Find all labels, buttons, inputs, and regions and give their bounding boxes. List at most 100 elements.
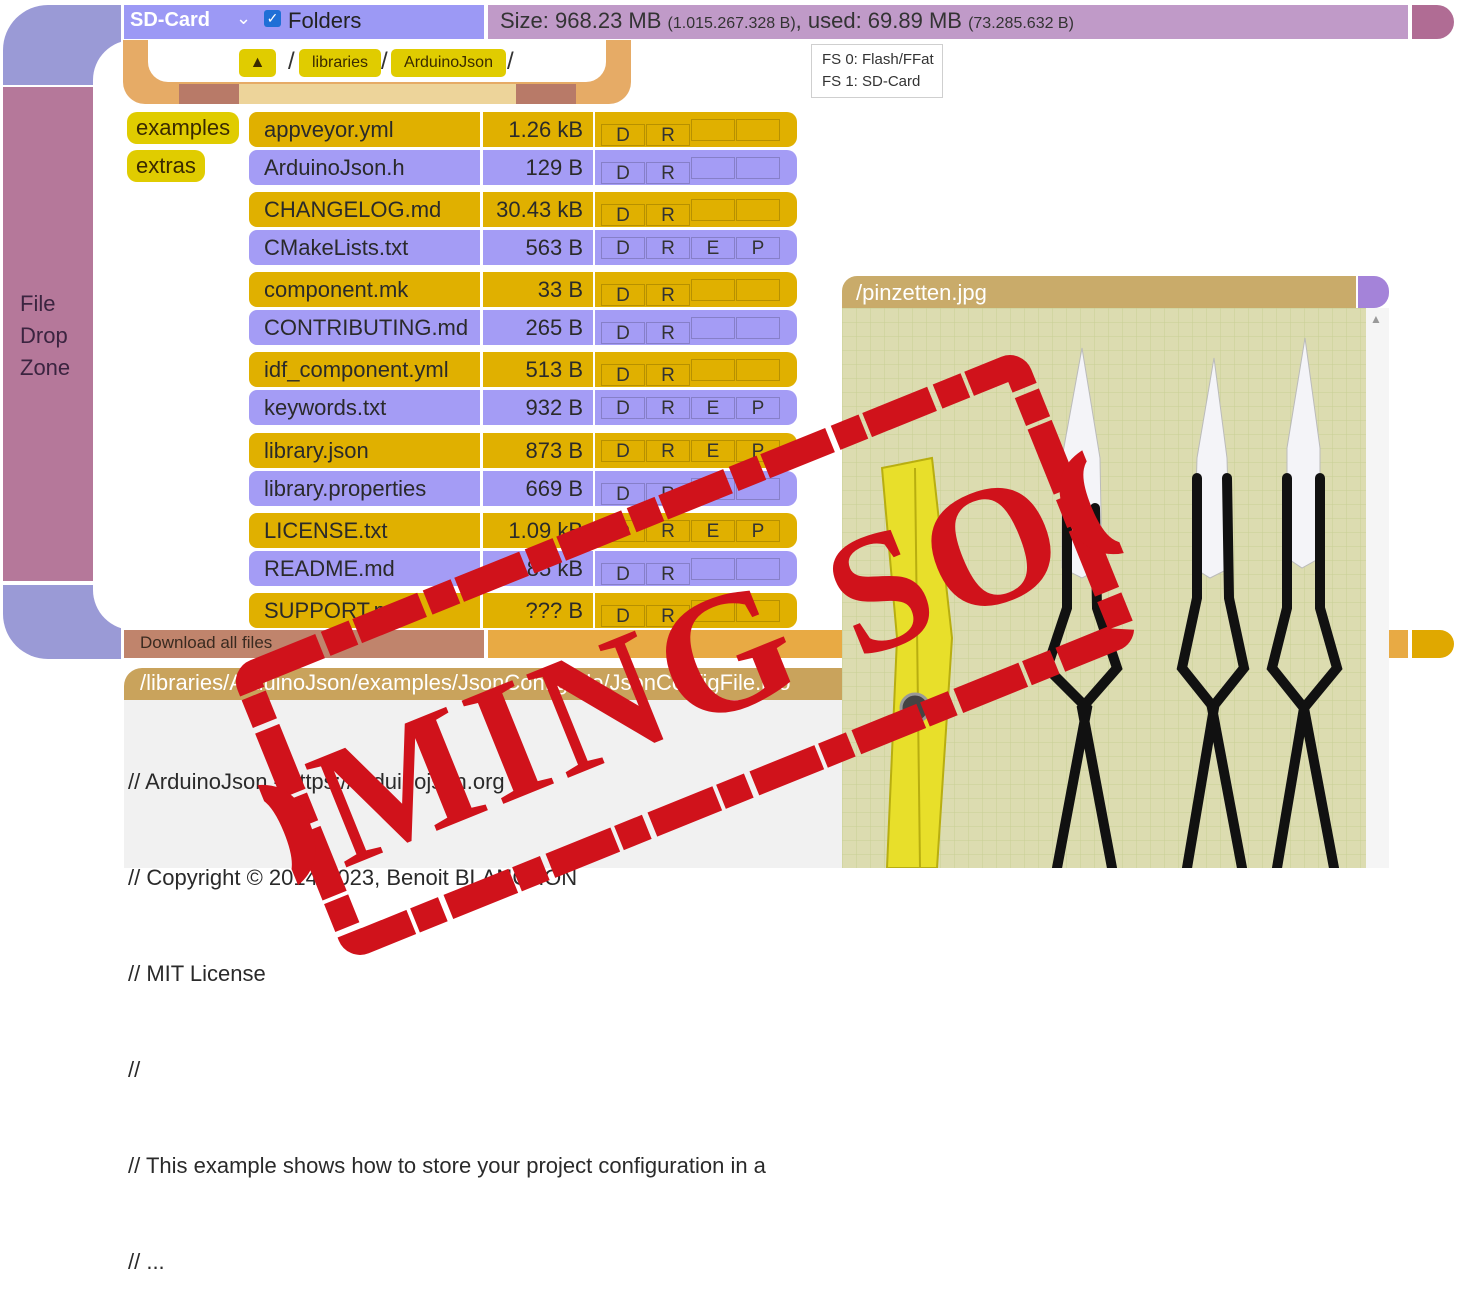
edit-button[interactable]: E (691, 520, 735, 542)
rename-button[interactable]: R (646, 204, 690, 226)
folders-checkbox[interactable]: ✓ (264, 10, 281, 27)
file-name[interactable]: library.json (249, 433, 480, 468)
breadcrumb-item-arduinojson[interactable]: ArduinoJson (391, 49, 506, 77)
file-size: 265 B (483, 310, 593, 345)
breadcrumb-separator: / (288, 48, 295, 75)
download-button[interactable]: D (601, 284, 645, 306)
download-button[interactable]: D (601, 162, 645, 184)
file-name[interactable]: idf_component.yml (249, 352, 480, 387)
action-slot-empty (691, 317, 735, 339)
chevron-down-icon[interactable]: ⌄ (236, 8, 251, 29)
fs-option-flash[interactable]: FS 0: Flash/FFat (822, 49, 942, 71)
preview-button[interactable]: P (736, 520, 780, 542)
file-name[interactable]: component.mk (249, 272, 480, 307)
edit-button[interactable]: E (691, 397, 735, 419)
file-actions: DR (595, 352, 797, 387)
download-all-button[interactable]: Download all files (140, 633, 272, 653)
download-button[interactable]: D (601, 440, 645, 462)
file-size: 129 B (483, 150, 593, 185)
file-name[interactable]: README.md (249, 551, 480, 586)
action-slot-empty (736, 478, 780, 500)
editor-code[interactable]: // ArduinoJson - https://arduinojson.org… (128, 702, 838, 1310)
file-size: 873 B (483, 433, 593, 468)
file-name[interactable]: appveyor.yml (249, 112, 480, 147)
download-button[interactable]: D (601, 124, 645, 146)
fs-option-sdcard[interactable]: FS 1: SD-Card (822, 71, 942, 93)
download-button[interactable]: D (601, 563, 645, 585)
size-total: Size: 968.23 MB (500, 8, 668, 33)
code-line: // Copyright © 2014-2023, Benoit BLANCHO… (128, 865, 578, 890)
download-button[interactable]: D (601, 322, 645, 344)
edit-button[interactable]: E (691, 237, 735, 259)
breadcrumb-item-libraries[interactable]: libraries (299, 49, 381, 77)
file-name[interactable]: library.properties (249, 471, 480, 506)
image-viewer-close-button[interactable] (1358, 276, 1389, 308)
download-button[interactable]: D (601, 520, 645, 542)
action-slot-empty (736, 199, 780, 221)
file-name[interactable]: keywords.txt (249, 390, 480, 425)
rename-button[interactable]: R (646, 483, 690, 505)
footer-end-cap (1412, 630, 1454, 658)
file-name[interactable]: SUPPORT.md (249, 593, 480, 628)
edit-button[interactable]: E (691, 440, 735, 462)
rename-button[interactable]: R (646, 322, 690, 344)
editor-file-path: /libraries/ArduinoJson/examples/JsonConf… (140, 670, 791, 695)
action-slot-empty (691, 478, 735, 500)
folder-extras[interactable]: extras (127, 150, 205, 182)
breadcrumb-separator: / (381, 48, 388, 75)
code-line: // ... (128, 1249, 165, 1274)
rename-button[interactable]: R (646, 397, 690, 419)
file-size: 1.26 kB (483, 112, 593, 147)
file-name[interactable]: ArduinoJson.h (249, 150, 480, 185)
filesystem-menu: FS 0: Flash/FFat FS 1: SD-Card (811, 44, 943, 98)
action-slot-empty (736, 119, 780, 141)
file-name[interactable]: CHANGELOG.md (249, 192, 480, 227)
drop-zone-line: File (20, 291, 56, 316)
rename-button[interactable]: R (646, 563, 690, 585)
action-slot-empty (691, 157, 735, 179)
folder-examples[interactable]: examples (127, 112, 240, 144)
image-viewer-scrollbar[interactable] (1366, 308, 1389, 868)
file-actions: DR (595, 272, 797, 307)
file-actions: DR (595, 593, 797, 628)
rename-button[interactable]: R (646, 605, 690, 627)
download-button[interactable]: D (601, 605, 645, 627)
rename-button[interactable]: R (646, 124, 690, 146)
download-button[interactable]: D (601, 237, 645, 259)
file-name[interactable]: CONTRIBUTING.md (249, 310, 480, 345)
file-actions: DREP (595, 513, 797, 548)
file-row: CHANGELOG.md 30.43 kB D R (249, 192, 797, 227)
download-button[interactable]: D (601, 483, 645, 505)
file-name[interactable]: CMakeLists.txt (249, 230, 480, 265)
download-button[interactable]: D (601, 364, 645, 386)
file-name[interactable]: LICENSE.txt (249, 513, 480, 548)
file-actions: DREP (595, 230, 797, 265)
scroll-up-arrow-icon[interactable]: ▲ (1370, 312, 1382, 326)
file-row: library.properties 669 BDR (249, 471, 797, 506)
file-drop-zone-label: File Drop Zone (20, 288, 70, 384)
up-directory-button[interactable]: ▲ (239, 49, 276, 77)
drive-select[interactable]: SD-Card (130, 9, 210, 32)
rename-button[interactable]: R (646, 162, 690, 184)
code-line: // ArduinoJson - https://arduinojson.org (128, 769, 505, 794)
preview-button[interactable]: P (736, 397, 780, 419)
download-button[interactable]: D (601, 397, 645, 419)
file-size: 563 B (483, 230, 593, 265)
rename-button[interactable]: R (646, 284, 690, 306)
rename-button[interactable]: R (646, 364, 690, 386)
preview-button[interactable]: P (736, 440, 780, 462)
image-viewer-title: /pinzetten.jpg (856, 280, 987, 305)
breadcrumb-frame-segment (179, 84, 239, 104)
code-line: // MIT License (128, 961, 266, 986)
file-size: 1.09 kB (483, 513, 593, 548)
preview-button[interactable]: P (736, 237, 780, 259)
rename-button[interactable]: R (646, 520, 690, 542)
rename-button[interactable]: R (646, 237, 690, 259)
file-size: 10.85 kB (483, 551, 593, 586)
action-slot-empty (736, 359, 780, 381)
rename-button[interactable]: R (646, 440, 690, 462)
action-slot-empty (736, 558, 780, 580)
file-actions: DR (595, 112, 797, 147)
download-button[interactable]: D (601, 204, 645, 226)
action-slot-empty (736, 600, 780, 622)
